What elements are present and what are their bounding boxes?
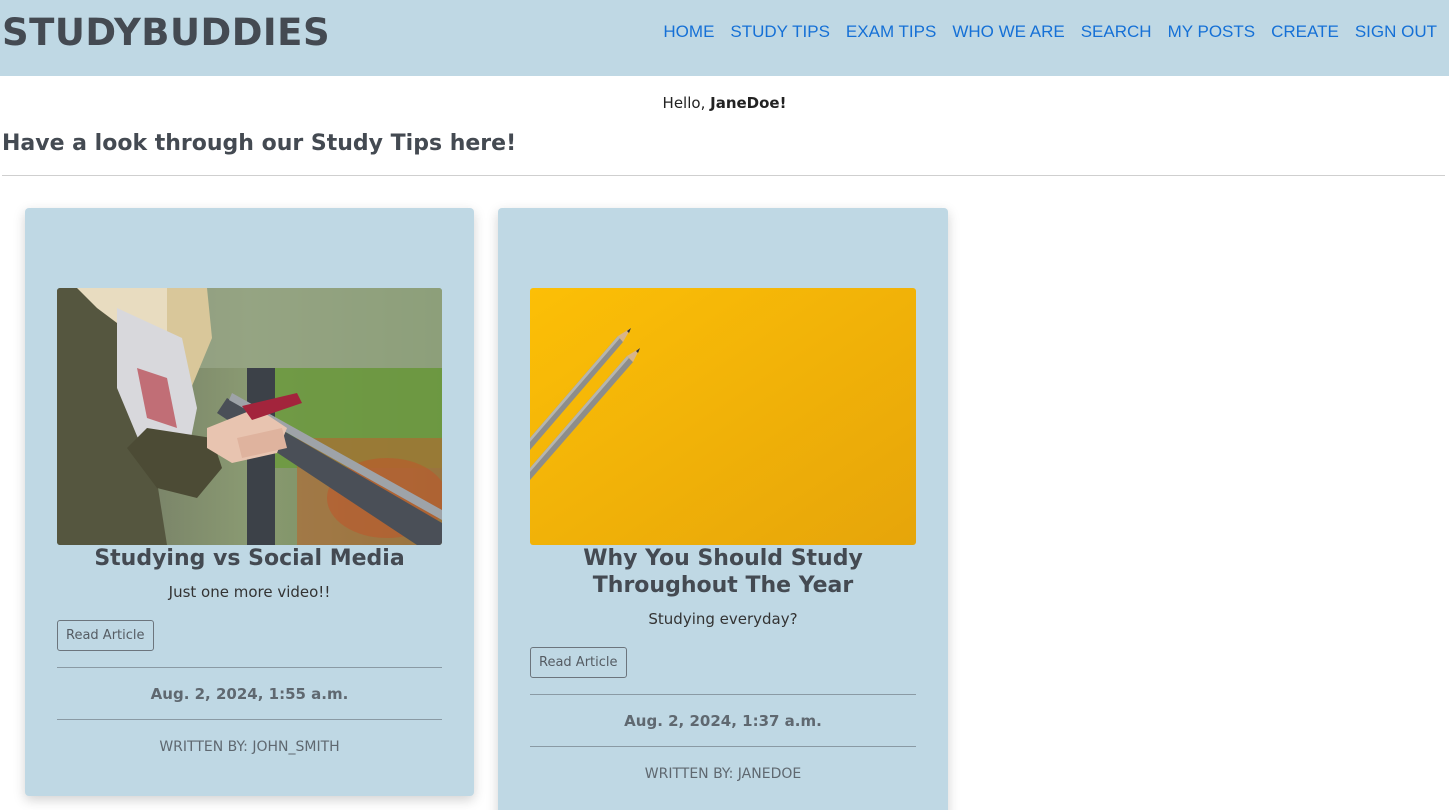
- greeting-username: JaneDoe!: [710, 94, 787, 112]
- nav-home[interactable]: HOME: [655, 22, 722, 42]
- page-heading: Have a look through our Study Tips here!: [2, 131, 517, 156]
- post-excerpt: Just one more video!!: [168, 583, 331, 601]
- post-title[interactable]: Studying vs Social Media: [57, 545, 442, 572]
- post-author: WRITTEN BY: JANEDOE: [644, 766, 802, 782]
- read-article-button[interactable]: Read Article: [57, 620, 154, 651]
- post-card: Studying vs Social Media Just one more v…: [25, 208, 474, 796]
- post-excerpt: Studying everyday?: [648, 610, 798, 628]
- post-date: Aug. 2, 2024, 1:55 a.m.: [150, 685, 349, 703]
- nav-sign-out[interactable]: SIGN OUT: [1347, 22, 1437, 42]
- post-title[interactable]: Why You Should Study Throughout The Year: [530, 545, 916, 599]
- post-card: Why You Should Study Throughout The Year…: [498, 208, 948, 810]
- post-date: Aug. 2, 2024, 1:37 a.m.: [624, 712, 822, 730]
- nav-exam-tips[interactable]: EXAM TIPS: [838, 22, 944, 42]
- greeting: Hello, JaneDoe!: [0, 94, 1449, 112]
- nav-study-tips[interactable]: STUDY TIPS: [722, 22, 838, 42]
- card-divider: [530, 694, 916, 695]
- read-article-button[interactable]: Read Article: [530, 647, 627, 678]
- post-image-phone[interactable]: [57, 288, 442, 545]
- heading-divider: [2, 175, 1445, 176]
- nav-my-posts[interactable]: MY POSTS: [1160, 22, 1264, 42]
- card-divider: [57, 719, 442, 720]
- greeting-prefix: Hello,: [662, 94, 706, 112]
- post-author: WRITTEN BY: JOHN_SMITH: [159, 739, 340, 755]
- card-divider: [57, 667, 442, 668]
- nav-search[interactable]: SEARCH: [1073, 22, 1160, 42]
- navbar: STUDYBUDDIES HOME STUDY TIPS EXAM TIPS W…: [0, 0, 1449, 76]
- nav-create[interactable]: CREATE: [1263, 22, 1347, 42]
- brand-logo[interactable]: STUDYBUDDIES: [2, 11, 330, 54]
- nav-links: HOME STUDY TIPS EXAM TIPS WHO WE ARE SEA…: [655, 22, 1437, 42]
- nav-who-we-are[interactable]: WHO WE ARE: [944, 22, 1072, 42]
- card-divider: [530, 746, 916, 747]
- post-image-pencils[interactable]: [530, 288, 916, 545]
